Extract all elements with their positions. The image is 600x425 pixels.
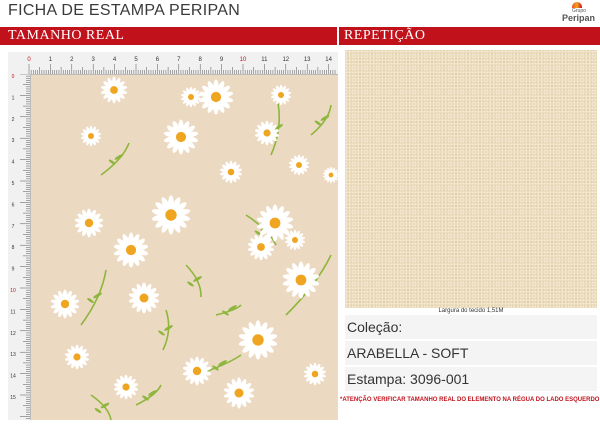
ruler-left: 0 1 2 3 4 5 6 7 8 9 10 11 12 13 14 15 — [8, 73, 31, 420]
daisy-center — [175, 131, 187, 143]
daisy-center — [165, 209, 177, 221]
section-divider — [337, 27, 339, 45]
ruler-left-label: 6 — [12, 202, 15, 208]
daisy — [50, 289, 80, 319]
daisy — [282, 261, 320, 299]
daisy — [180, 86, 202, 108]
daisy-center — [252, 334, 264, 346]
section-title-real-size: TAMANHO REAL — [8, 28, 125, 43]
daisy — [238, 320, 278, 360]
daisy — [303, 362, 327, 386]
collection-name: ARABELLA - SOFT — [345, 341, 597, 365]
daisy-center — [311, 370, 319, 378]
daisy-center — [188, 94, 194, 100]
collection-label: Coleção: — [345, 315, 597, 339]
ruler-top-label: 11 — [261, 57, 268, 63]
daisy — [223, 377, 255, 409]
ruler-left-label: 5 — [12, 181, 15, 187]
ruler-top-label: 13 — [304, 57, 311, 63]
ruler-left-label: 11 — [10, 309, 15, 315]
daisy — [322, 166, 338, 184]
daisy — [100, 76, 128, 104]
ruler-top-label: 4 — [113, 57, 117, 63]
warning-note: *ATENÇÃO VERIFICAR TAMANHO REAL DO ELEME… — [340, 397, 600, 403]
daisy-center — [122, 383, 130, 391]
ruler-left-label: 7 — [12, 224, 15, 230]
ruler-left-label: 8 — [12, 245, 15, 251]
daisy-center — [278, 92, 284, 98]
real-size-pattern — [31, 75, 338, 420]
ruler-top-label: 12 — [282, 57, 289, 63]
daisy — [270, 84, 292, 106]
daisy — [113, 232, 149, 268]
daisy — [151, 195, 191, 235]
daisy — [198, 79, 234, 115]
ruler-left-label: 14 — [10, 374, 16, 380]
ruler-left-label: 1 — [12, 95, 15, 101]
ruler-left-label: 2 — [12, 117, 15, 123]
daisy-pattern-image — [50, 76, 338, 420]
daisy-center — [292, 237, 298, 243]
ruler-top: 0 1 2 3 4 5 6 7 8 9 10 11 12 13 14 — [8, 52, 338, 75]
ruler-left-label: 3 — [12, 138, 15, 144]
ruler-top-label: 3 — [92, 57, 96, 63]
daisy-center — [227, 168, 235, 176]
peripan-logo: Grupo Peripan — [560, 2, 596, 26]
ruler-top-label: 10 — [240, 57, 247, 63]
daisy — [288, 154, 310, 176]
section-title-repeat: REPETIÇÃO — [344, 28, 426, 43]
daisy-center — [210, 91, 222, 103]
daisy-center — [295, 274, 307, 286]
ruler-left-label: 13 — [10, 352, 16, 358]
ruler-top-label: 9 — [220, 57, 224, 63]
daisy-center — [73, 353, 81, 361]
daisy-center — [110, 86, 118, 94]
daisy — [113, 374, 139, 400]
daisy-center — [192, 366, 202, 376]
section-header-bar: TAMANHO REAL REPETIÇÃO — [0, 27, 600, 45]
ruler-left-label: 0 — [12, 74, 15, 80]
daisy-center — [88, 133, 94, 139]
ruler-left-label: 12 — [10, 331, 16, 337]
daisy — [64, 344, 90, 370]
fabric-width-label: Largura do tecido 1,51M — [438, 308, 504, 314]
daisy — [219, 160, 243, 184]
logo-brand-text: Peripan — [562, 13, 596, 23]
daisy-center — [263, 129, 271, 137]
ruler-top-label: 8 — [199, 57, 203, 63]
ruler-left-label: 15 — [10, 395, 16, 401]
print-code: Estampa: 3096-001 — [345, 367, 597, 391]
daisy — [163, 119, 199, 155]
daisy-center — [296, 162, 302, 168]
daisy-center — [257, 243, 265, 251]
ruler-top-label: 6 — [156, 57, 160, 63]
ruler-top-scale: 0 1 2 3 4 5 6 7 8 9 10 11 12 13 14 — [27, 57, 336, 74]
daisy-center — [328, 172, 334, 178]
ruler-left-label: 4 — [12, 160, 15, 166]
daisy-center — [139, 293, 149, 303]
ruler-left-label: 10 — [10, 288, 16, 294]
ruler-top-label: 5 — [134, 57, 138, 63]
ruler-top-label: 1 — [49, 57, 53, 63]
daisy — [128, 282, 160, 314]
daisy — [74, 208, 104, 238]
daisy-center — [84, 218, 94, 228]
ruler-top-label: 7 — [177, 57, 181, 63]
ruler-top-label: 2 — [70, 57, 74, 63]
daisy-center — [269, 217, 281, 229]
daisy-center — [125, 244, 137, 256]
daisy-center — [234, 388, 244, 398]
ruler-top-label: 0 — [27, 57, 31, 63]
repeat-pattern-preview — [345, 50, 597, 308]
daisy-center — [60, 299, 70, 309]
ruler-left-label: 9 — [12, 267, 15, 273]
daisy — [80, 125, 102, 147]
ruler-left-scale: 0123456789101112131415 — [10, 73, 30, 419]
page-title: FICHA DE ESTAMPA PERIPAN — [8, 2, 241, 19]
ruler-top-label: 14 — [325, 57, 332, 63]
